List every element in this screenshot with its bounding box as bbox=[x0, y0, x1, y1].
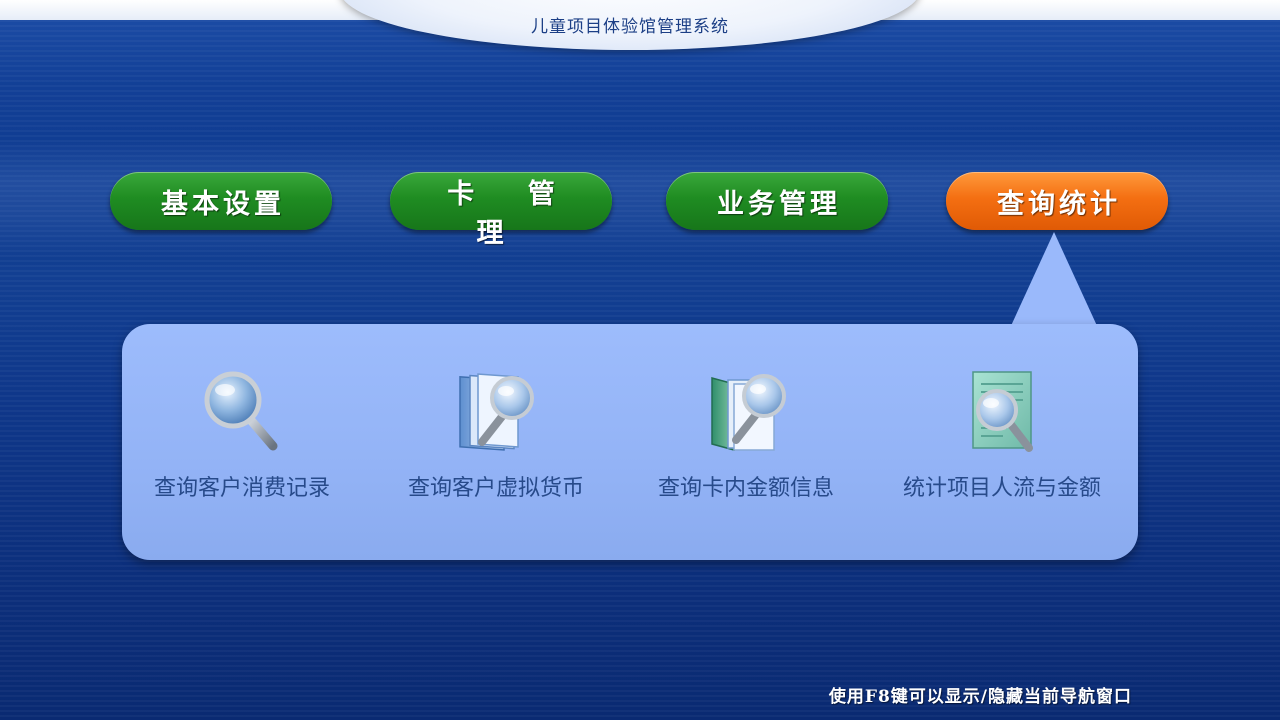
app-title: 儿童项目体验馆管理系统 bbox=[531, 17, 729, 37]
document-search-icon bbox=[972, 371, 1033, 452]
nav-card-management-button[interactable]: 卡 管 理 bbox=[390, 172, 612, 249]
folder-search-icon bbox=[711, 374, 786, 451]
nav-business-management-button[interactable]: 业务管理 bbox=[666, 172, 888, 230]
query-card-balance-item[interactable]: 查询卡内金额信息 bbox=[630, 366, 862, 516]
stats-visitors-amount-label: 统计项目人流与金额 bbox=[902, 476, 1101, 501]
documents-search-icon bbox=[459, 373, 534, 451]
query-consumption-record-label: 查询客户消费记录 bbox=[153, 476, 330, 501]
nav-basic-settings-button[interactable]: 基本设置 bbox=[110, 172, 332, 230]
magnifier-icon bbox=[204, 371, 278, 451]
query-statistics-panel: 查询客户消费记录 查询客户虚拟货币 查询卡内金额信息 统计项目人流与金额 bbox=[122, 324, 1138, 560]
panel-pointer bbox=[1010, 232, 1098, 328]
footer-hint: 使用F8键可以显示/隐藏当前导航窗口 bbox=[828, 687, 1132, 707]
nav-query-statistics-button[interactable]: 查询统计 bbox=[946, 172, 1168, 230]
app-screen: 儿童项目体验馆管理系统 基本设置 卡 管 理 业务管理 查询统计 查询客户消费记… bbox=[0, 0, 1280, 720]
stats-visitors-amount-item[interactable]: 统计项目人流与金额 bbox=[886, 366, 1118, 516]
query-virtual-currency-item[interactable]: 查询客户虚拟货币 bbox=[380, 366, 612, 516]
query-card-balance-label: 查询卡内金额信息 bbox=[657, 476, 834, 501]
query-virtual-currency-label: 查询客户虚拟货币 bbox=[407, 476, 584, 501]
query-consumption-record-item[interactable]: 查询客户消费记录 bbox=[126, 366, 358, 516]
